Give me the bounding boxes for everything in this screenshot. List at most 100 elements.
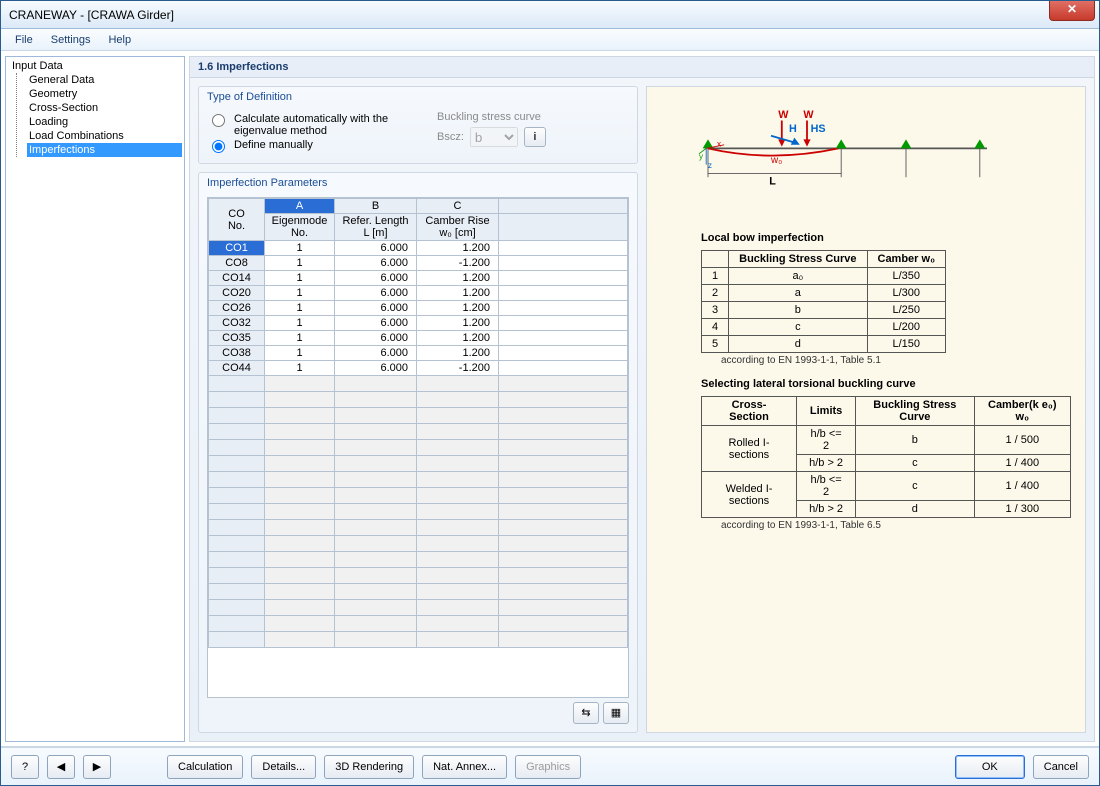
left-column: Type of Definition Calculate automatical… [198, 86, 638, 733]
th-a1: Eigenmode [269, 215, 330, 227]
content-area: Input Data General DataGeometryCross-Sec… [1, 51, 1099, 747]
rendering-button[interactable]: 3D Rendering [324, 755, 414, 779]
titlebar: CRANEWAY - [CRAWA Girder] ✕ [1, 1, 1099, 29]
graphics-button: Graphics [515, 755, 581, 779]
table-row[interactable]: CO2616.0001.200 [209, 301, 628, 316]
help-button[interactable]: ? [11, 755, 39, 779]
bow-head2: Camber w₀ [867, 251, 946, 268]
diagram-svg: W W H HS [681, 107, 1005, 197]
main-panel: 1.6 Imperfections Type of Definition Cal… [189, 56, 1095, 742]
menubar: File Settings Help [1, 29, 1099, 51]
th-co1: CO [213, 208, 260, 220]
table-row-empty [209, 440, 628, 456]
window-title: CRANEWAY - [CRAWA Girder] [9, 8, 174, 22]
th-letter-c[interactable]: C [417, 199, 499, 214]
panel-body: Type of Definition Calculate automatical… [190, 78, 1094, 741]
table-row[interactable]: CO3516.0001.200 [209, 331, 628, 346]
definition-group-title: Type of Definition [199, 87, 637, 107]
table-row-empty [209, 488, 628, 504]
svg-text:L: L [769, 175, 776, 187]
table-row-empty [209, 632, 628, 648]
tree-item-cross-section[interactable]: Cross-Section [27, 101, 182, 115]
bow-title: Local bow imperfection [701, 232, 1071, 244]
imperfection-group-title: Imperfection Parameters [199, 173, 637, 193]
table-row-empty [209, 392, 628, 408]
menu-help[interactable]: Help [100, 32, 139, 48]
svg-text:w₀: w₀ [770, 155, 782, 166]
close-button[interactable]: ✕ [1049, 1, 1095, 21]
table-row[interactable]: CO3216.0001.200 [209, 316, 628, 331]
table-row-empty [209, 424, 628, 440]
tree-panel[interactable]: Input Data General DataGeometryCross-Sec… [5, 56, 185, 742]
svg-text:W: W [778, 109, 789, 121]
table-row-empty [209, 568, 628, 584]
menu-settings[interactable]: Settings [43, 32, 99, 48]
annex-button[interactable]: Nat. Annex... [422, 755, 507, 779]
imperfection-table-scroll[interactable]: CO No. A B C [207, 197, 629, 698]
info-panel: W W H HS [646, 86, 1086, 733]
table-row-empty [209, 408, 628, 424]
tree-item-load-combinations[interactable]: Load Combinations [27, 129, 182, 143]
ltb-table: Cross-Section Limits Buckling Stress Cur… [701, 396, 1071, 518]
bsc-info-button[interactable]: i [524, 127, 546, 147]
tree-item-loading[interactable]: Loading [27, 115, 182, 129]
tree-item-general-data[interactable]: General Data [27, 73, 182, 87]
radio-auto[interactable]: Calculate automatically with the eigenva… [207, 113, 417, 137]
ltb-title: Selecting lateral torsional buckling cur… [701, 378, 1071, 390]
tree-item-imperfections[interactable]: Imperfections [27, 143, 182, 157]
details-button[interactable]: Details... [251, 755, 316, 779]
th-letter-b[interactable]: B [335, 199, 417, 214]
app-window: CRANEWAY - [CRAWA Girder] ✕ File Setting… [0, 0, 1100, 786]
table-row-empty [209, 616, 628, 632]
calculation-button[interactable]: Calculation [167, 755, 243, 779]
ltb-h4: Camber(k e₀) w₀ [974, 397, 1070, 426]
table-swap-button[interactable]: ⇆ [573, 702, 599, 724]
table-row[interactable]: CO3816.0001.200 [209, 346, 628, 361]
svg-text:HS: HS [811, 123, 826, 135]
table-row-empty [209, 520, 628, 536]
th-co2: No. [213, 220, 260, 232]
next-button[interactable]: ▶ [83, 755, 111, 779]
table-row[interactable]: CO116.0001.200 [209, 241, 628, 256]
ok-button[interactable]: OK [955, 755, 1025, 779]
menu-file[interactable]: File [7, 32, 41, 48]
tree-root-item[interactable]: Input Data [10, 59, 182, 73]
svg-text:W: W [803, 109, 814, 121]
table-row-empty [209, 584, 628, 600]
bow-note: according to EN 1993-1-1, Table 5.1 [721, 355, 1071, 366]
table-row[interactable]: CO1416.0001.200 [209, 271, 628, 286]
th-a2: No. [269, 227, 330, 239]
svg-text:H: H [789, 123, 797, 135]
ltb-h3: Buckling Stress Curve [856, 397, 974, 426]
bsc-label: Bscz: [437, 131, 464, 143]
table-row[interactable]: CO4416.000-1.200 [209, 361, 628, 376]
table-row-empty [209, 504, 628, 520]
cancel-button[interactable]: Cancel [1033, 755, 1089, 779]
table-row-empty [209, 456, 628, 472]
table-row[interactable]: CO816.000-1.200 [209, 256, 628, 271]
th-c1: Camber Rise [421, 215, 494, 227]
radio-manual-label: Define manually [234, 139, 313, 151]
panel-title: 1.6 Imperfections [190, 57, 1094, 78]
table-row-empty [209, 536, 628, 552]
prev-button[interactable]: ◀ [47, 755, 75, 779]
radio-manual[interactable]: Define manually [207, 139, 417, 153]
svg-text:z: z [708, 161, 712, 170]
table-row-empty [209, 376, 628, 392]
th-b2: L [m] [339, 227, 412, 239]
imperfection-table[interactable]: CO No. A B C [208, 198, 628, 648]
table-row[interactable]: CO2016.0001.200 [209, 286, 628, 301]
table-row-empty [209, 600, 628, 616]
tree-item-geometry[interactable]: Geometry [27, 87, 182, 101]
th-letter-a[interactable]: A [265, 199, 335, 214]
ltb-note: according to EN 1993-1-1, Table 6.5 [721, 520, 1071, 531]
table-row-empty [209, 472, 628, 488]
th-b1: Refer. Length [339, 215, 412, 227]
radio-auto-label: Calculate automatically with the eigenva… [234, 113, 417, 137]
radio-auto-input[interactable] [212, 114, 225, 127]
table-calc-button[interactable]: ▦ [603, 702, 629, 724]
table-row-empty [209, 552, 628, 568]
ltb-h2: Limits [797, 397, 856, 426]
radio-manual-input[interactable] [212, 140, 225, 153]
bow-head1: Buckling Stress Curve [729, 251, 867, 268]
